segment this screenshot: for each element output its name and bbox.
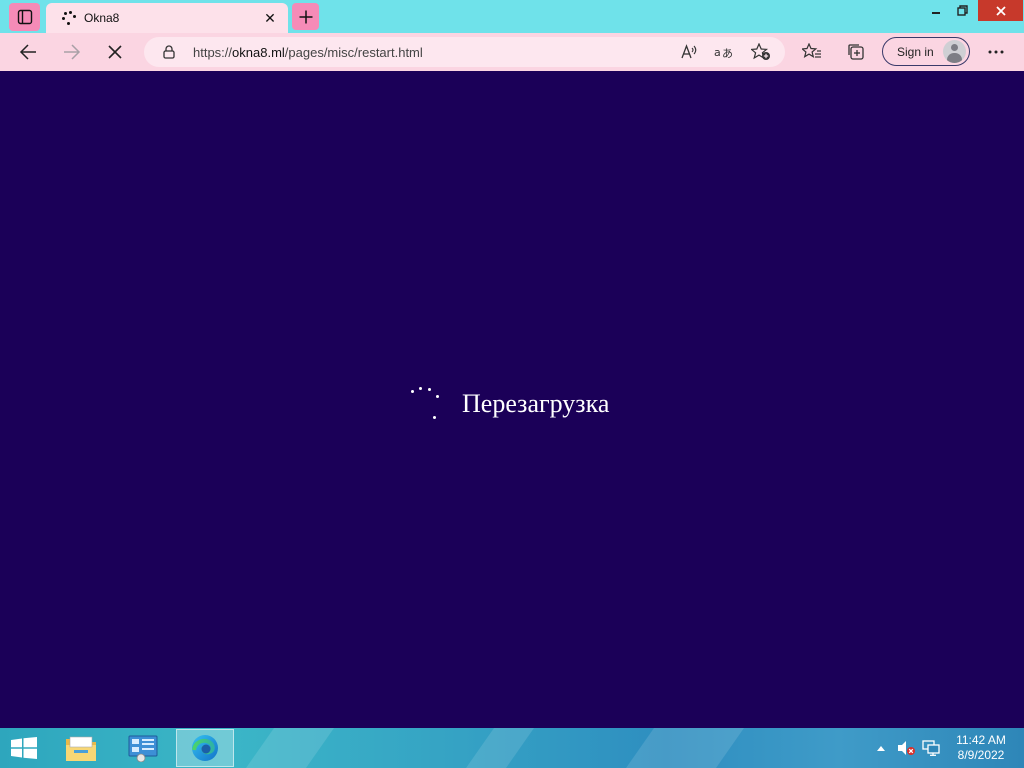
url-scheme: https:// (193, 45, 233, 60)
tab-actions-icon (17, 9, 32, 25)
back-button[interactable] (13, 37, 43, 67)
sign-in-button[interactable]: Sign in (882, 37, 970, 66)
browser-toolbar: https://okna8.ml/pages/misc/restart.html… (0, 33, 1024, 71)
taskbar-microsoft-edge[interactable] (176, 729, 234, 767)
tab-loading-icon (60, 10, 76, 26)
lock-icon[interactable] (163, 45, 175, 59)
volume-muted-button[interactable] (895, 728, 917, 768)
translate-icon[interactable]: a あ (713, 42, 735, 62)
chevron-up-icon (877, 746, 885, 751)
stop-loading-button[interactable] (100, 37, 130, 67)
network-button[interactable] (920, 728, 942, 768)
restart-text: Перезагрузка (462, 389, 610, 418)
start-button[interactable] (10, 737, 38, 759)
taskbar-clock[interactable]: 11:42 AM 8/9/2022 (950, 733, 1012, 763)
favorites-button[interactable] (797, 37, 827, 67)
new-tab-button[interactable] (292, 3, 319, 30)
back-arrow-icon (19, 44, 36, 60)
close-window-button[interactable] (978, 0, 1023, 21)
address-bar[interactable]: https://okna8.ml/pages/misc/restart.html… (144, 37, 785, 67)
svg-text:a: a (714, 46, 721, 59)
tab-title: Okna8 (84, 11, 120, 25)
page-content: Перезагрузка (0, 71, 1024, 728)
show-hidden-icons-button[interactable] (872, 728, 890, 768)
plus-icon (299, 10, 312, 23)
close-icon (995, 5, 1006, 16)
taskbar-control-panel[interactable] (114, 729, 172, 767)
network-icon (922, 740, 940, 756)
minimize-icon (932, 11, 940, 14)
svg-text:あ: あ (722, 47, 733, 60)
stop-icon (108, 45, 122, 59)
read-aloud-icon[interactable] (678, 42, 700, 62)
loading-spinner-icon (408, 386, 444, 422)
clock-date: 8/9/2022 (957, 748, 1005, 762)
control-panel-icon (128, 735, 158, 762)
taskbar: 11:42 AM 8/9/2022 (0, 728, 1024, 768)
favorites-icon (802, 43, 821, 58)
add-favorite-icon[interactable] (750, 42, 772, 62)
windows-logo-icon (11, 737, 37, 759)
settings-menu-button[interactable] (981, 37, 1011, 67)
taskbar-file-explorer[interactable] (52, 729, 110, 767)
more-options-icon (988, 50, 1004, 54)
sign-in-label: Sign in (897, 44, 934, 59)
restart-status: Перезагрузка (408, 386, 609, 422)
collections-icon (848, 44, 864, 60)
profile-avatar-icon (943, 40, 966, 63)
tab-strip: Okna8 ✕ (0, 0, 1024, 33)
tab-actions-button[interactable] (9, 3, 40, 31)
url-host: okna8.ml (232, 45, 285, 60)
file-explorer-icon (66, 736, 96, 761)
tab-okna8[interactable]: Okna8 ✕ (46, 3, 288, 33)
url-path: /pages/misc/restart.html (284, 45, 423, 60)
clock-time: 11:42 AM (956, 733, 1006, 747)
restore-button[interactable] (949, 0, 975, 21)
restore-icon (956, 5, 968, 16)
url-text[interactable]: https://okna8.ml/pages/misc/restart.html (193, 45, 423, 60)
tab-close-icon[interactable]: ✕ (262, 10, 278, 26)
minimize-button[interactable] (923, 0, 949, 21)
collections-button[interactable] (841, 37, 871, 67)
forward-button[interactable] (57, 37, 87, 67)
forward-arrow-icon (64, 44, 81, 60)
volume-muted-icon (898, 741, 915, 755)
edge-icon (192, 735, 218, 761)
